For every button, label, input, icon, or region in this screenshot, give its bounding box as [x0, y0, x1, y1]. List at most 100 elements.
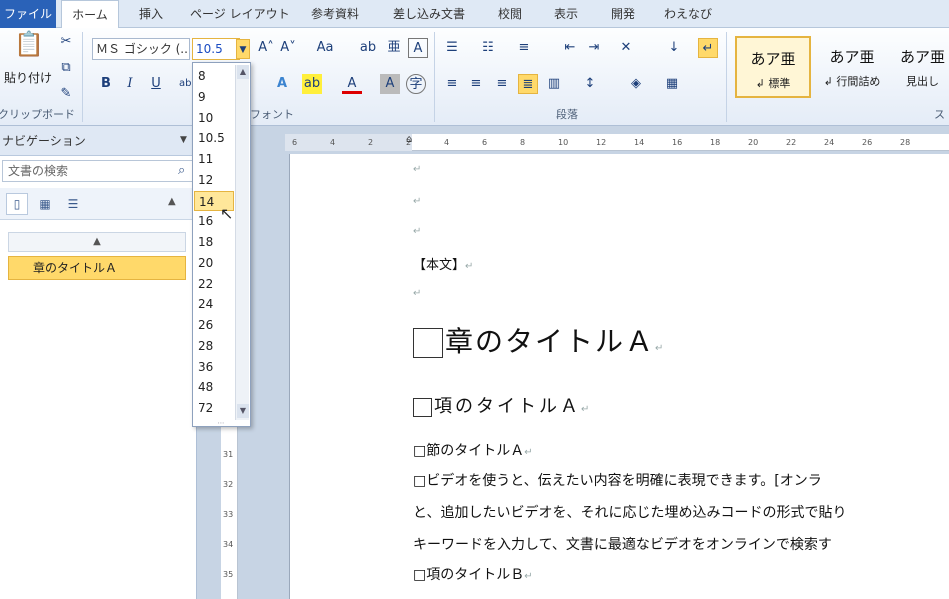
- font-size-option[interactable]: 48: [194, 377, 234, 397]
- section-b-title: □項のタイトルＢ: [413, 567, 525, 583]
- nav-search-input[interactable]: 文書の検索: [2, 160, 194, 182]
- shrink-font-icon[interactable]: A˅: [278, 38, 298, 58]
- section-heading[interactable]: 項のタイトルＡ↵: [413, 392, 592, 418]
- numbering-icon[interactable]: ☷: [478, 38, 498, 58]
- body-line[interactable]: キーワードを入力して、文書に最適なビデオをオンラインで検索す: [413, 534, 832, 554]
- multilevel-list-icon[interactable]: ≡: [514, 38, 534, 58]
- highlight-icon[interactable]: ab: [302, 74, 322, 94]
- enclose-char-icon[interactable]: 字: [406, 74, 426, 94]
- font-color-icon[interactable]: A: [342, 74, 362, 94]
- subsection-heading[interactable]: □節のタイトルＡ↵: [413, 440, 533, 460]
- body-line[interactable]: □ビデオを使うと、伝えたい内容を明確に表現できます。[オンラ: [413, 470, 822, 490]
- align-right-icon[interactable]: ≡: [492, 74, 512, 94]
- ruler-tick-label: 8: [520, 138, 526, 147]
- group-separator: [82, 32, 83, 122]
- font-size-option[interactable]: 36: [194, 357, 234, 377]
- sort-icon[interactable]: ↓: [664, 38, 684, 58]
- section-b-heading[interactable]: □項のタイトルＢ↵: [413, 564, 533, 584]
- italic-icon[interactable]: I: [120, 74, 140, 94]
- font-size-option[interactable]: 12: [194, 170, 234, 190]
- font-size-option[interactable]: 18: [194, 232, 234, 252]
- justify-icon[interactable]: ≣: [518, 74, 538, 94]
- copy-icon[interactable]: ⧉: [56, 58, 76, 78]
- collapse-up-icon[interactable]: ▲: [168, 196, 176, 207]
- font-size-dropdown-arrow-icon[interactable]: ▼: [236, 39, 250, 59]
- ruler-tick-label: 10: [558, 138, 569, 147]
- search-icon[interactable]: ⌕: [178, 163, 185, 178]
- chapter-heading[interactable]: 章のタイトルＡ↵: [413, 320, 665, 360]
- font-size-option[interactable]: 11: [194, 149, 234, 169]
- format-painter-icon[interactable]: ✎: [56, 84, 76, 104]
- body-tag-line[interactable]: 【本文】↵: [413, 254, 473, 273]
- nav-collapse-all[interactable]: ▲: [8, 232, 186, 252]
- resize-grip-icon[interactable]: ⋯: [211, 420, 231, 427]
- vertical-ruler-labels: 31 32 33 34 35: [222, 450, 237, 599]
- asian-layout-icon[interactable]: ✕: [616, 38, 636, 58]
- text-effects-icon[interactable]: A: [272, 74, 292, 94]
- pages-view-icon[interactable]: ▦: [34, 193, 56, 215]
- headings-view-icon[interactable]: ▯: [6, 193, 28, 215]
- font-size-option[interactable]: 28: [194, 336, 234, 356]
- char-border-icon[interactable]: A: [408, 38, 428, 58]
- phonetic-guide-icon[interactable]: 亜: [384, 38, 404, 58]
- font-size-option[interactable]: 10: [194, 108, 234, 128]
- show-marks-icon[interactable]: ↵: [698, 38, 718, 58]
- bullets-icon[interactable]: ☰: [442, 38, 462, 58]
- font-size-option[interactable]: 22: [194, 274, 234, 294]
- tab-mailings[interactable]: 差し込み文書: [390, 0, 468, 28]
- ruler-labels: 6 4 2 2 4 6 8 10 12 14 16 18 20 22 24 26 28: [292, 136, 942, 150]
- clear-format-icon[interactable]: ab: [358, 38, 378, 58]
- ruler-tick-label: 34: [223, 540, 234, 549]
- bold-icon[interactable]: B: [96, 74, 116, 94]
- font-size-option[interactable]: 9: [194, 87, 234, 107]
- tab-references[interactable]: 参考資料: [306, 0, 364, 28]
- font-size-option[interactable]: 10.5: [194, 128, 234, 148]
- tab-review[interactable]: 校閲: [494, 0, 526, 28]
- char-shading-icon[interactable]: A: [380, 74, 400, 94]
- tab-file[interactable]: ファイル: [0, 0, 56, 28]
- align-left-icon[interactable]: ≡: [442, 74, 462, 94]
- nav-heading-item[interactable]: 章のタイトルＡ: [8, 256, 186, 280]
- increase-indent-icon[interactable]: ⇥: [584, 38, 604, 58]
- font-size-option[interactable]: 8: [194, 66, 234, 86]
- dropdown-scrollbar[interactable]: ▲ ▼: [235, 65, 249, 420]
- font-size-option[interactable]: 72: [194, 398, 234, 418]
- document-page[interactable]: ↵ ↵ ↵ 【本文】↵ ↵ 章のタイトルＡ↵ 項のタイトルＡ↵ □節のタイトルＡ…: [289, 154, 949, 599]
- tab-developer[interactable]: 開発: [607, 0, 639, 28]
- borders-icon[interactable]: ▦: [662, 74, 682, 94]
- tab-view[interactable]: 表示: [550, 0, 582, 28]
- scroll-down-icon[interactable]: ▼: [237, 404, 249, 418]
- style-heading[interactable]: あア亜 見出し: [896, 36, 949, 98]
- scroll-up-icon[interactable]: ▲: [237, 65, 249, 79]
- font-size-combo[interactable]: 10.5: [192, 38, 240, 60]
- shading-icon[interactable]: ◈: [626, 74, 646, 94]
- results-view-icon[interactable]: ☰: [62, 193, 84, 215]
- grow-font-icon[interactable]: A˄: [256, 38, 276, 58]
- para-mark: ↵: [524, 447, 533, 458]
- style-normal[interactable]: あア亜 ↲ 標準: [735, 36, 811, 98]
- body-line[interactable]: と、追加したいビデオを、それに応じた埋め込みコードの形式で貼り: [413, 502, 846, 522]
- tab-insert[interactable]: 挿入: [134, 0, 168, 28]
- tab-page-layout[interactable]: ページ レイアウト: [190, 0, 290, 28]
- font-size-option[interactable]: 24: [194, 294, 234, 314]
- font-size-dropdown[interactable]: 8 9 10 10.5 11 12 14 16 18 20 22 24 26 28 36 48 72 ▲ ▼ ⋯: [192, 62, 251, 427]
- align-center-icon[interactable]: ≡: [466, 74, 486, 94]
- distributed-icon[interactable]: ▥: [544, 74, 564, 94]
- tab-waenavi[interactable]: わえなび: [664, 0, 712, 28]
- font-size-option[interactable]: 26: [194, 315, 234, 335]
- line-spacing-icon[interactable]: ↕: [580, 74, 600, 94]
- change-case-icon[interactable]: Aa: [312, 38, 338, 58]
- font-name-combo[interactable]: ＭＳ ゴシック (...: [92, 38, 190, 60]
- para-mark: ↵: [655, 343, 666, 354]
- paste-icon[interactable]: 📋: [14, 32, 44, 64]
- cut-icon[interactable]: ✂: [56, 32, 76, 52]
- indent-marker-icon[interactable]: ⌂: [406, 134, 412, 145]
- tab-home[interactable]: ホーム: [61, 0, 119, 29]
- font-size-option[interactable]: 20: [194, 253, 234, 273]
- paste-button[interactable]: 貼り付け: [4, 68, 52, 88]
- decrease-indent-icon[interactable]: ⇤: [560, 38, 580, 58]
- style-no-spacing[interactable]: あア亜 ↲ 行間詰め: [814, 36, 890, 98]
- nav-menu-arrow-icon[interactable]: ▼: [180, 135, 187, 145]
- underline-icon[interactable]: U: [146, 74, 166, 94]
- para-mark: ↵: [581, 404, 593, 415]
